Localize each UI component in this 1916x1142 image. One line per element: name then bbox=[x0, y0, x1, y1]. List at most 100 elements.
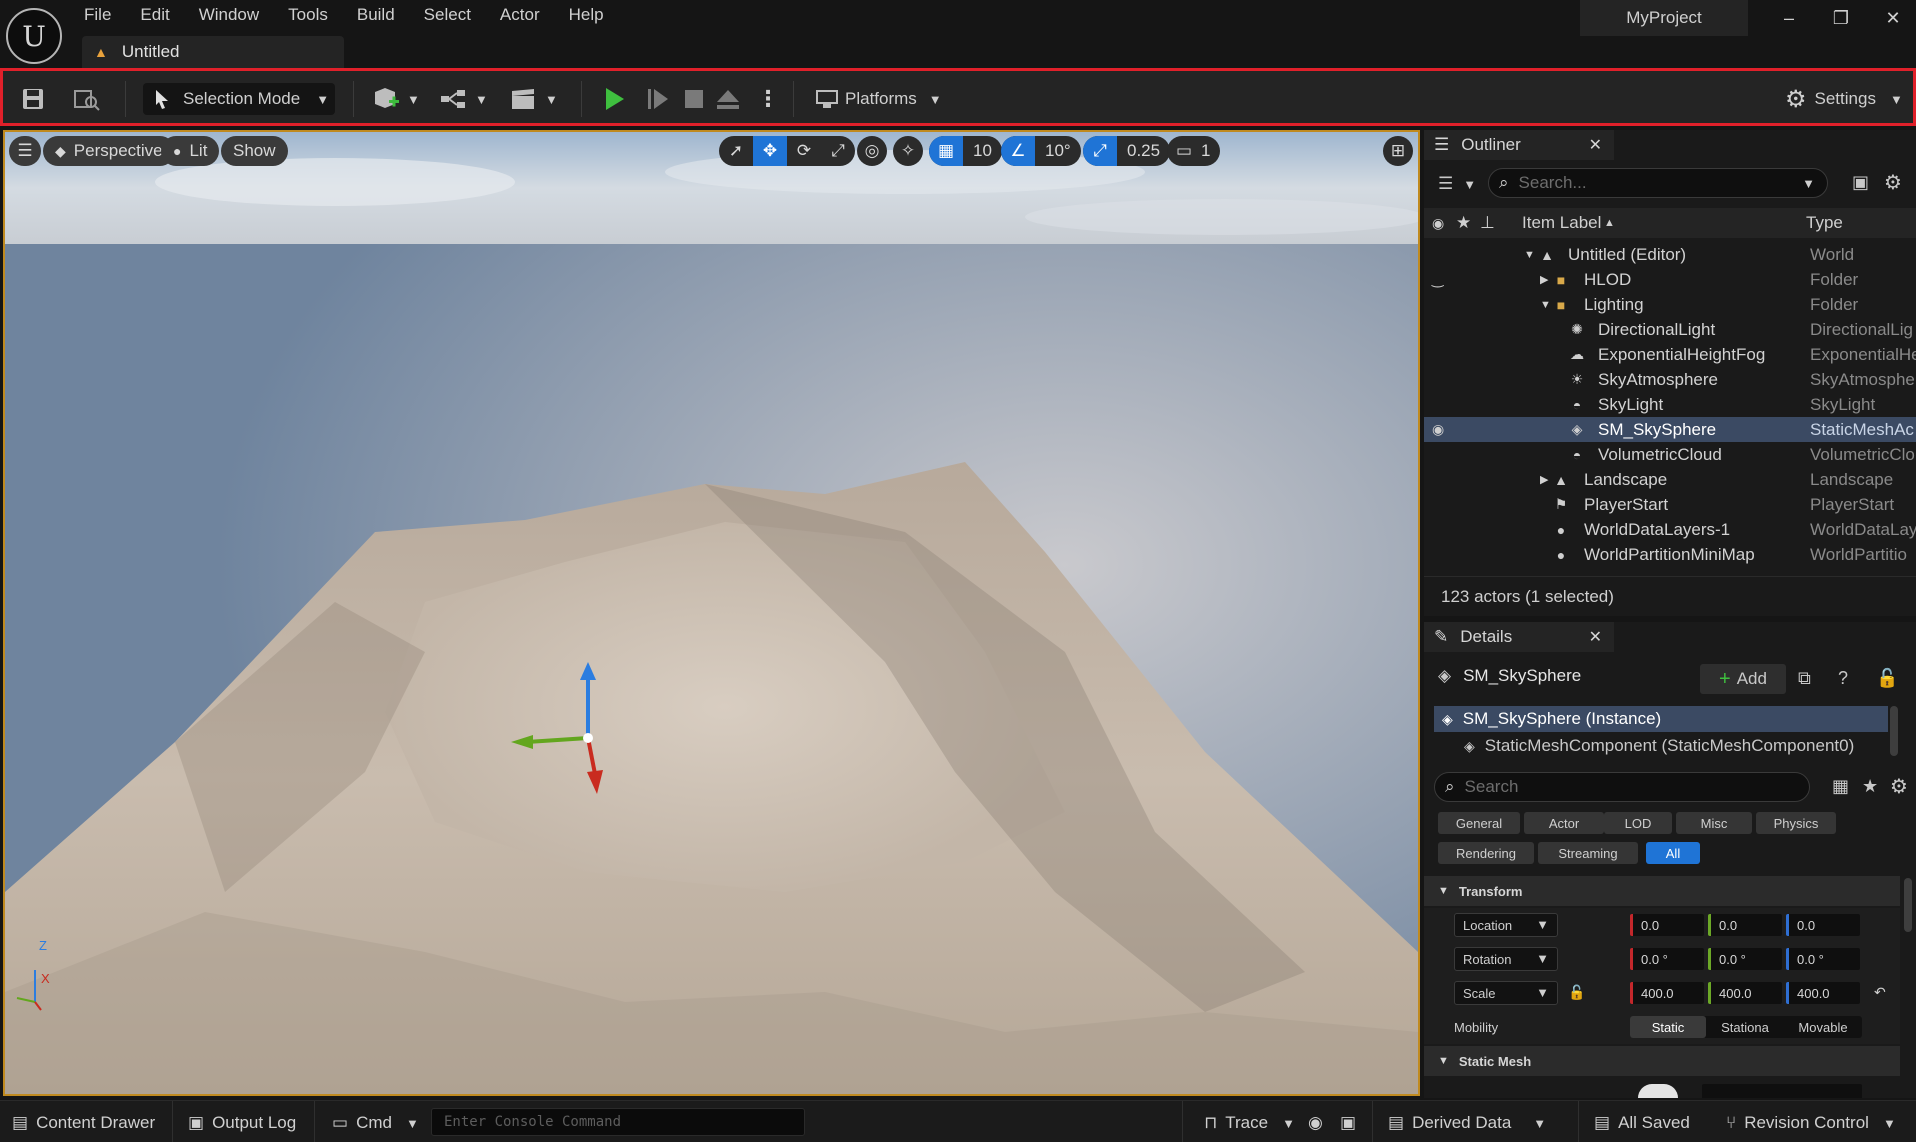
menu-build[interactable]: Build bbox=[343, 0, 410, 30]
expand-arrow-icon[interactable]: ▶ bbox=[1540, 273, 1548, 286]
outliner-row[interactable]: ● WorldDataLayers-1 WorldDataLay bbox=[1424, 517, 1916, 542]
lock-icon[interactable]: 🔓 bbox=[1876, 668, 1898, 689]
location-dropdown[interactable]: Location ▼ bbox=[1454, 913, 1558, 937]
close-window-button[interactable]: ✕ bbox=[1878, 8, 1908, 32]
add-actor-button[interactable]: ▼ bbox=[371, 83, 420, 115]
help-icon[interactable]: ? bbox=[1838, 668, 1848, 689]
collapse-arrow-icon[interactable]: ▼ bbox=[1524, 249, 1535, 261]
mesh-thumbnail[interactable] bbox=[1638, 1084, 1678, 1098]
browse-content-icon[interactable] bbox=[73, 83, 101, 115]
gear-icon[interactable]: ⚙ bbox=[1890, 774, 1908, 799]
world-space-icon[interactable]: ◎ bbox=[857, 136, 887, 166]
star-column-icon[interactable]: ★ bbox=[1456, 213, 1471, 233]
all-saved-button[interactable]: ▤ All Saved bbox=[1594, 1110, 1690, 1136]
components-scrollbar[interactable] bbox=[1890, 706, 1898, 756]
mobility-movable[interactable]: Movable bbox=[1784, 1016, 1862, 1038]
rotation-snap-value[interactable]: 10° bbox=[1035, 141, 1081, 161]
menu-actor[interactable]: Actor bbox=[486, 0, 555, 30]
reset-icon[interactable]: ↶ bbox=[1874, 984, 1886, 1001]
unreal-logo-icon[interactable]: U bbox=[6, 8, 62, 64]
pin-column-icon[interactable]: ⊥ bbox=[1480, 213, 1495, 233]
scale-tool-icon[interactable]: ⤢ bbox=[821, 136, 855, 166]
location-z-field[interactable]: 0.0 bbox=[1786, 914, 1860, 936]
mesh-asset-field[interactable] bbox=[1702, 1084, 1862, 1098]
revision-control-dropdown[interactable]: ⑂ Revision Control ▼ bbox=[1726, 1110, 1896, 1136]
type-column[interactable]: Type bbox=[1806, 213, 1843, 233]
component-instance-row[interactable]: ◈ SM_SkySphere (Instance) bbox=[1434, 706, 1888, 732]
translate-tool-icon[interactable]: ✥ bbox=[753, 136, 787, 166]
skip-button[interactable] bbox=[645, 83, 671, 115]
category-physics[interactable]: Physics bbox=[1756, 812, 1836, 834]
stop-button[interactable] bbox=[683, 83, 705, 115]
outliner-row[interactable]: ◓ SkyLight SkyLight bbox=[1424, 392, 1916, 417]
cmd-dropdown[interactable]: ▭ Cmd ▼ bbox=[332, 1110, 419, 1136]
show-button[interactable]: Show bbox=[221, 136, 288, 166]
console-input[interactable]: Enter Console Command bbox=[431, 1108, 805, 1136]
menu-select[interactable]: Select bbox=[410, 0, 486, 30]
scale-z-field[interactable]: 400.0 bbox=[1786, 982, 1860, 1004]
lit-button[interactable]: ● Lit bbox=[161, 136, 220, 166]
outliner-row-selected[interactable]: ◉ ◈ SM_SkySphere StaticMeshAc bbox=[1424, 417, 1916, 442]
rotate-tool-icon[interactable]: ⟳ bbox=[787, 136, 821, 166]
more-options-icon[interactable]: ⋮ bbox=[757, 83, 779, 115]
platforms-dropdown[interactable]: Platforms ▼ bbox=[815, 83, 942, 115]
viewport-layout-icon[interactable]: ⊞ bbox=[1383, 136, 1413, 166]
menu-window[interactable]: Window bbox=[185, 0, 274, 30]
outliner-row[interactable]: ● WorldPartitionMiniMap WorldPartitio bbox=[1424, 542, 1916, 567]
selection-mode-dropdown[interactable]: Selection Mode ▼ bbox=[143, 83, 335, 115]
restore-button[interactable]: ❐ bbox=[1826, 8, 1856, 32]
details-scrollbar[interactable] bbox=[1904, 878, 1912, 932]
outliner-row[interactable]: ✺ DirectionalLight DirectionalLig bbox=[1424, 317, 1916, 342]
category-misc[interactable]: Misc bbox=[1676, 812, 1752, 834]
location-x-field[interactable]: 0.0 bbox=[1630, 914, 1704, 936]
outliner-row[interactable]: ▶ ▲ Landscape Landscape bbox=[1424, 467, 1916, 492]
visibility-column-icon[interactable]: ◉ bbox=[1432, 215, 1444, 232]
scale-dropdown[interactable]: Scale ▼ bbox=[1454, 981, 1558, 1005]
derived-data-dropdown[interactable]: ▤ Derived Data ▼ bbox=[1388, 1110, 1546, 1136]
scale-snap-value[interactable]: 0.25 bbox=[1117, 141, 1170, 161]
play-button[interactable] bbox=[601, 83, 627, 115]
category-streaming[interactable]: Streaming bbox=[1538, 842, 1638, 864]
perspective-button[interactable]: ◆ Perspective bbox=[43, 136, 175, 166]
hidden-eye-icon[interactable]: ‿ bbox=[1432, 271, 1452, 288]
location-y-field[interactable]: 0.0 bbox=[1708, 914, 1782, 936]
eject-button[interactable] bbox=[715, 83, 741, 115]
menu-file[interactable]: File bbox=[70, 0, 126, 30]
output-log-button[interactable]: ▣ Output Log bbox=[188, 1110, 296, 1136]
close-icon[interactable]: ✕ bbox=[1589, 135, 1602, 155]
record-icon[interactable]: ◉ bbox=[1308, 1110, 1323, 1136]
grid-snap-value[interactable]: 10 bbox=[963, 141, 1002, 161]
viewport-menu-button[interactable]: ☰ bbox=[9, 136, 41, 166]
filter-button[interactable]: ☰ ▼ bbox=[1438, 174, 1476, 194]
table-view-icon[interactable]: ▦ bbox=[1832, 776, 1849, 797]
select-tool-icon[interactable]: ➚ bbox=[719, 136, 753, 166]
minimize-button[interactable]: – bbox=[1774, 8, 1804, 32]
outliner-row[interactable]: ◓ VolumetricCloud VolumetricClo bbox=[1424, 442, 1916, 467]
cinematics-button[interactable]: ▼ bbox=[509, 83, 558, 115]
rotation-x-field[interactable]: 0.0 ° bbox=[1630, 948, 1704, 970]
eye-icon[interactable]: ◉ bbox=[1432, 421, 1452, 438]
add-folder-icon[interactable]: ▣ bbox=[1852, 172, 1869, 193]
rotation-y-field[interactable]: 0.0 ° bbox=[1708, 948, 1782, 970]
details-search-input[interactable]: ⌕ Search bbox=[1434, 772, 1810, 802]
mobility-stationary[interactable]: Stationa bbox=[1706, 1016, 1784, 1038]
outliner-row[interactable]: ☀ SkyAtmosphere SkyAtmosphe bbox=[1424, 367, 1916, 392]
grid-snap-toggle[interactable]: ▦ 10 bbox=[929, 136, 1002, 166]
menu-help[interactable]: Help bbox=[555, 0, 619, 30]
level-viewport[interactable]: Z X ☰ ◆ Perspective ● Lit Show ➚ ✥ ⟳ ⤢ ◎… bbox=[3, 130, 1420, 1096]
document-tab[interactable]: ▲ Untitled bbox=[82, 36, 344, 68]
gear-icon[interactable]: ⚙ bbox=[1884, 170, 1902, 195]
close-icon[interactable]: ✕ bbox=[1589, 627, 1602, 647]
outliner-row[interactable]: ☁ ExponentialHeightFog ExponentialHe bbox=[1424, 342, 1916, 367]
trace-dropdown[interactable]: ⊓ Trace ▼ bbox=[1204, 1110, 1295, 1136]
screenshot-icon[interactable]: ▣ bbox=[1340, 1110, 1356, 1136]
category-actor[interactable]: Actor bbox=[1524, 812, 1604, 834]
item-label-column[interactable]: Item Label bbox=[1522, 213, 1601, 233]
outliner-row[interactable]: ▼ ■ Lighting Folder bbox=[1424, 292, 1916, 317]
outliner-search-input[interactable]: ⌕ Search... ▼ bbox=[1488, 168, 1828, 198]
category-general[interactable]: General bbox=[1438, 812, 1520, 834]
mobility-static[interactable]: Static bbox=[1630, 1016, 1706, 1038]
blueprint-icon[interactable]: ⧉ bbox=[1798, 668, 1811, 689]
outliner-tab[interactable]: ☰ Outliner ✕ bbox=[1424, 130, 1614, 160]
settings-dropdown[interactable]: ⚙ Settings ▼ bbox=[1785, 83, 1903, 115]
